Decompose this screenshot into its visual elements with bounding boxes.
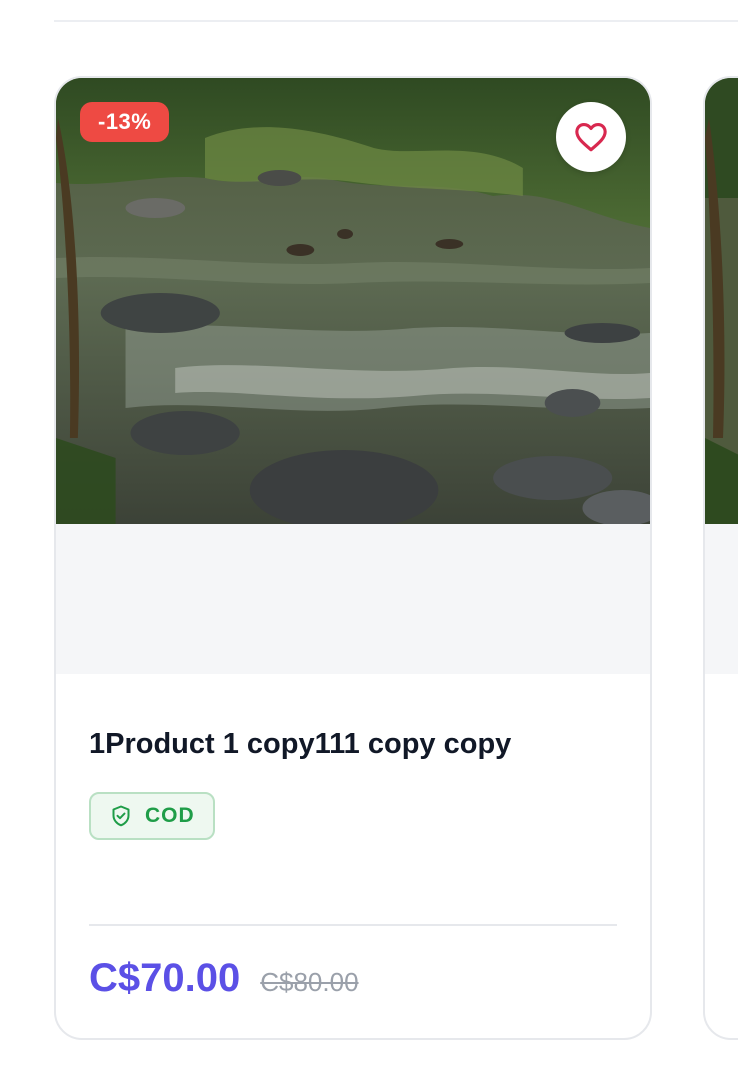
heart-icon	[575, 122, 607, 152]
shield-check-icon	[111, 805, 131, 827]
product-image-area[interactable]: -13%	[56, 78, 650, 674]
original-price: C$80.00	[260, 967, 359, 997]
product-image-area-next[interactable]	[705, 78, 738, 674]
discount-badge: -13%	[80, 102, 170, 142]
wishlist-button[interactable]	[556, 102, 626, 172]
product-info: 1Product 1 copy111 copy copy COD C$70.00…	[89, 674, 617, 1000]
current-price: C$70.00	[89, 956, 241, 1000]
product-title[interactable]: 1Product 1 copy111 copy copy	[89, 726, 617, 762]
product-card[interactable]: -13% 1Product 1 copy111 copy copy COD C$…	[54, 76, 652, 1040]
cod-label: COD	[145, 804, 195, 827]
product-card-next[interactable]	[703, 76, 738, 1040]
stream-photo-next	[705, 78, 738, 524]
price-divider	[89, 924, 617, 926]
cod-badge: COD	[89, 792, 215, 840]
product-image-next[interactable]	[705, 78, 738, 524]
product-carousel: -13% 1Product 1 copy111 copy copy COD C$…	[0, 0, 738, 1066]
section-divider	[54, 20, 738, 22]
price-row: C$70.00 C$80.00	[89, 956, 359, 1001]
